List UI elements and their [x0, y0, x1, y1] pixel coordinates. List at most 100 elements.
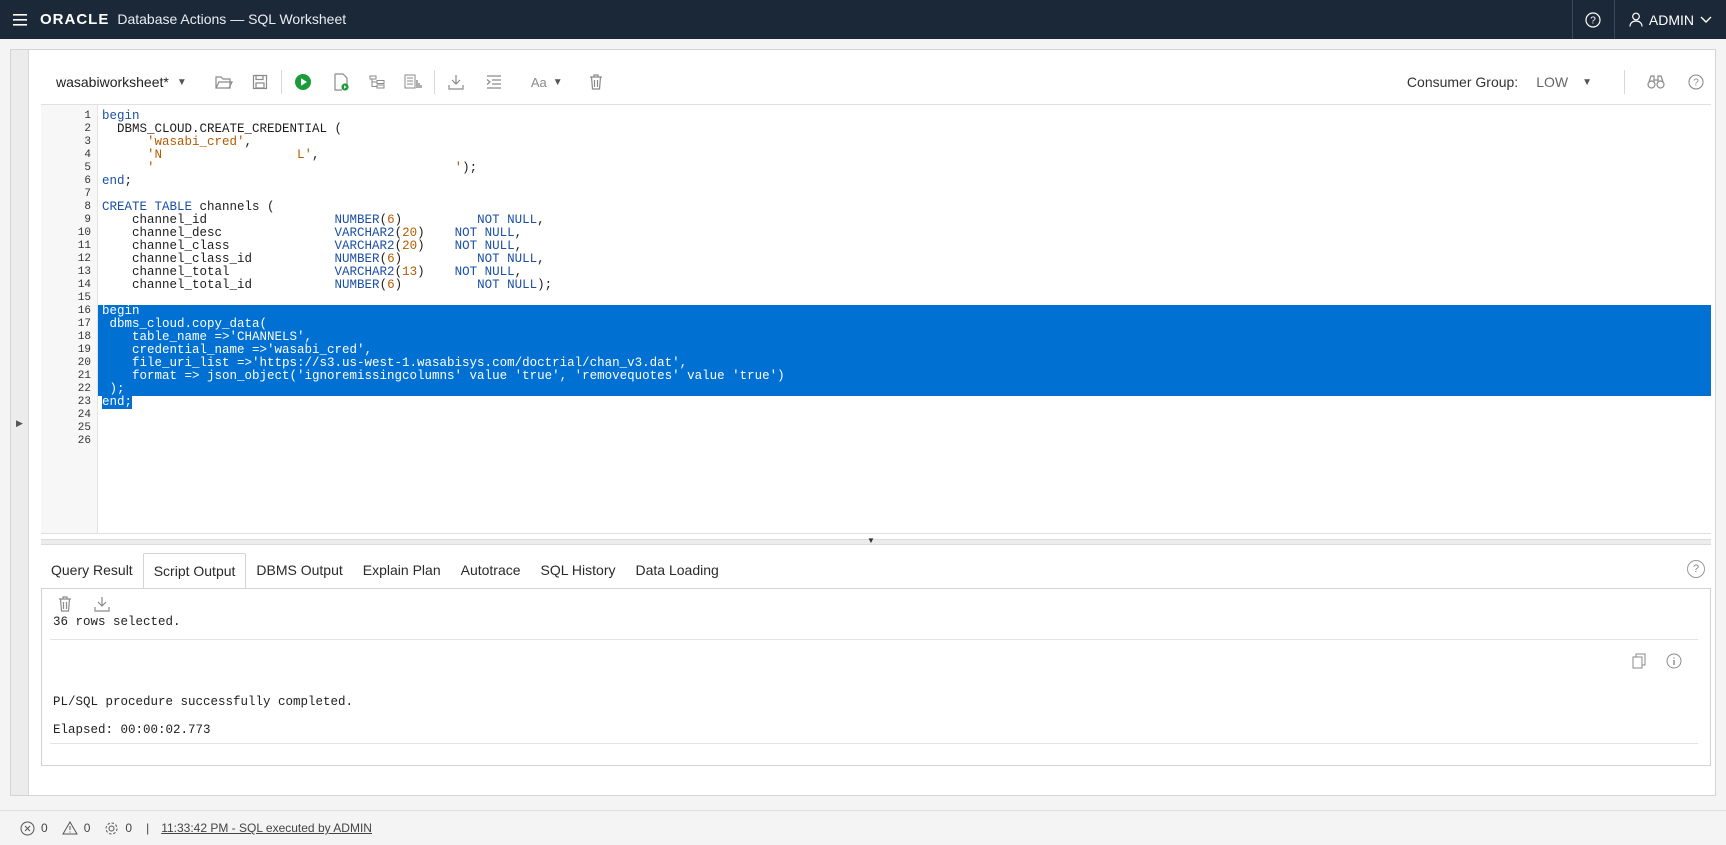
line-number: 20 — [77, 357, 91, 369]
code-token: VARCHAR2 — [334, 239, 395, 253]
code-token: ( — [379, 213, 388, 227]
code-token: NOT NULL — [454, 226, 515, 240]
expand-navigator-icon[interactable]: ▶ — [16, 418, 23, 429]
output-status-line: PL/SQL procedure successfully completed. — [53, 695, 354, 709]
code-line[interactable]: dbms_cloud.copy_data( — [98, 318, 1711, 331]
svg-text:?: ? — [1591, 15, 1597, 26]
copy-icon[interactable] — [1632, 653, 1646, 669]
tab-data-loading[interactable]: Data Loading — [626, 552, 729, 588]
code-token: end — [102, 174, 125, 188]
output-elapsed-line: Elapsed: 00:00:02.773 — [53, 723, 211, 737]
worksheet-frame: ▶ wasabiworksheet* ▼ Aa ▼ Consumer Group… — [10, 49, 1716, 796]
worksheet-selector[interactable]: wasabiworksheet* ▼ — [56, 74, 187, 90]
code-token: channel_id — [102, 213, 335, 227]
code-token: table_name =>'CHANNELS', — [102, 330, 313, 344]
status-bar: 0 0 0 | 11:33:42 PM - SQL executed by AD… — [0, 810, 1726, 845]
code-token: NOT NULL — [477, 252, 538, 266]
code-token: NUMBER — [334, 252, 380, 266]
code-line[interactable]: DBMS_CLOUD.CREATE_CREDENTIAL ( — [98, 123, 1711, 136]
line-number: 4 — [84, 149, 91, 161]
run-script-icon — [334, 73, 349, 91]
caret-down-icon: ▼ — [176, 76, 187, 88]
code-line[interactable] — [98, 409, 1711, 422]
explain-plan-button[interactable] — [362, 67, 392, 97]
format-button[interactable] — [479, 67, 509, 97]
line-number: 14 — [77, 279, 91, 291]
tab-script-output[interactable]: Script Output — [142, 553, 247, 589]
clear-button[interactable] — [581, 67, 611, 97]
line-number: 23 — [77, 396, 91, 408]
code-token: ) — [394, 252, 478, 266]
code-token: 'wasabi_cred' — [147, 135, 245, 149]
navigator-rail[interactable]: ▶ — [11, 50, 29, 795]
code-token: NUMBER — [334, 278, 380, 292]
binoculars-button[interactable] — [1641, 67, 1671, 97]
code-token: ( — [394, 226, 403, 240]
code-token: channel_class — [102, 239, 335, 253]
info-icon[interactable] — [1666, 653, 1682, 669]
output-clipped-line: 36 rows selected. — [53, 615, 181, 629]
code-line[interactable] — [98, 292, 1711, 305]
autotrace-button[interactable] — [398, 67, 428, 97]
tab-explain-plan[interactable]: Explain Plan — [353, 552, 451, 588]
line-number: 22 — [77, 383, 91, 395]
code-line[interactable] — [98, 422, 1711, 435]
download-output-button[interactable] — [94, 596, 110, 617]
output-help-icon[interactable]: ? — [1687, 560, 1705, 578]
app-title: Database Actions — SQL Worksheet — [117, 11, 347, 27]
worksheet-toolbar: wasabiworksheet* ▼ Aa ▼ Consumer Group: … — [41, 60, 1711, 104]
tab-sql-history[interactable]: SQL History — [531, 552, 626, 588]
code-line[interactable]: format => json_object('ignoremissingcolu… — [98, 370, 1711, 383]
menu-icon[interactable] — [0, 0, 40, 39]
code-line[interactable]: 'wasabi_cred', — [98, 136, 1711, 149]
download-button[interactable] — [441, 67, 471, 97]
code-line[interactable]: ); — [98, 383, 1711, 396]
code-token: NOT NULL — [477, 213, 538, 227]
line-number: 8 — [84, 201, 91, 213]
code-token: , — [514, 239, 523, 253]
collapse-arrow-icon[interactable]: ▼ — [867, 536, 875, 545]
oracle-logo: ORACLE — [40, 11, 110, 28]
font-size-button[interactable]: Aa ▼ — [527, 67, 567, 97]
output-tabs: Query Result Script Output DBMS Output Expl… — [41, 550, 1711, 589]
user-menu[interactable]: ADMIN — [1613, 0, 1726, 39]
consumer-group-select[interactable]: LOW ▼ — [1536, 74, 1592, 90]
code-line[interactable] — [98, 188, 1711, 201]
code-line[interactable]: end; — [98, 395, 1711, 409]
status-message-link[interactable]: 11:33:42 PM - SQL executed by ADMIN — [161, 821, 372, 835]
code-token: ( — [379, 252, 388, 266]
pane-splitter[interactable]: ▼ — [41, 536, 1711, 545]
sql-editor[interactable]: 1 2 3 4 5 6 7 8 9 10 11 12 13 14 15 16 17 18 19 20 21 22 23 24 2… — [41, 104, 1711, 534]
code-line[interactable]: end; — [98, 175, 1711, 188]
code-line[interactable]: channel_total_id NUMBER(6) NOT NULL); — [98, 279, 1711, 292]
output-toolbar — [42, 589, 1710, 623]
output-content[interactable]: 36 rows selected. PL/SQL procedure succe… — [50, 615, 1698, 765]
tab-query-result[interactable]: Query Result — [41, 552, 143, 588]
code-token: NUMBER — [334, 213, 380, 227]
save-button[interactable] — [245, 67, 275, 97]
code-line[interactable] — [98, 435, 1711, 448]
open-button[interactable] — [209, 67, 239, 97]
code-token: begin — [102, 304, 140, 318]
help-button[interactable]: ? — [1681, 67, 1711, 97]
code-line[interactable]: ' '); — [98, 162, 1711, 175]
code-token: ) — [394, 278, 478, 292]
user-icon — [1629, 12, 1643, 27]
help-button[interactable]: ? — [1571, 0, 1614, 39]
warning-icon — [61, 821, 78, 835]
code-token: 6 — [387, 278, 395, 292]
tab-dbms-output[interactable]: DBMS Output — [246, 552, 352, 588]
line-number-gutter: 1 2 3 4 5 6 7 8 9 10 11 12 13 14 15 16 17 18 19 20 21 22 23 24 2… — [41, 105, 98, 533]
chevron-down-icon — [1700, 16, 1712, 23]
code-area[interactable]: begin DBMS_CLOUD.CREATE_CREDENTIAL ( 'wa… — [98, 105, 1711, 533]
code-line[interactable]: begin — [98, 305, 1711, 318]
line-number: 6 — [84, 175, 91, 187]
clear-output-button[interactable] — [58, 595, 72, 617]
tab-autotrace[interactable]: Autotrace — [451, 552, 531, 588]
run-script-button[interactable] — [326, 67, 356, 97]
line-number: 3 — [84, 136, 91, 148]
code-token: ) — [417, 239, 455, 253]
task-count: 0 — [125, 821, 133, 835]
run-statement-button[interactable] — [288, 67, 318, 97]
